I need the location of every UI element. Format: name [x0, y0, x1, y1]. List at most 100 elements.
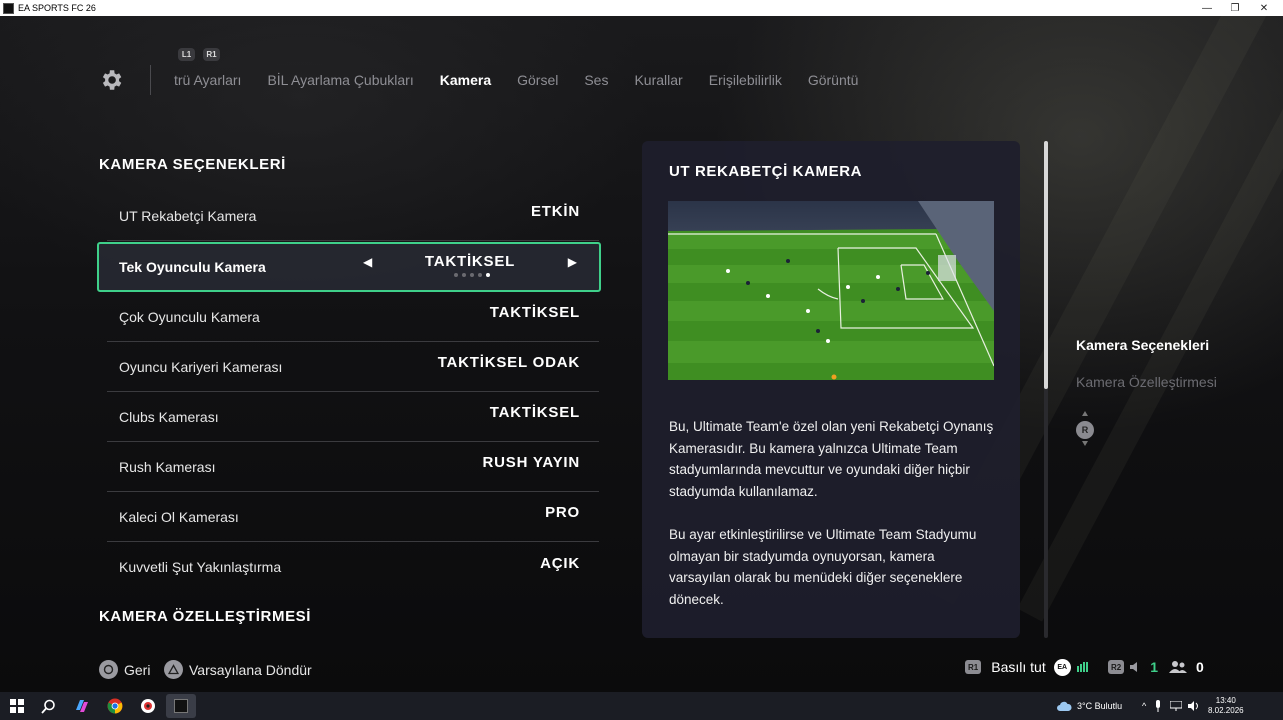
page-dot-active — [486, 273, 490, 277]
option-page-dots — [454, 273, 494, 277]
l1-bumper-icon: L1 — [178, 48, 195, 61]
page-dot — [478, 273, 482, 277]
r1-chip-icon: R1 — [965, 660, 982, 674]
scrollbar-thumb[interactable] — [1044, 141, 1048, 389]
chrome-icon[interactable] — [105, 696, 125, 716]
minimize-button[interactable]: — — [1193, 0, 1221, 16]
r1-bumper-icon: R1 — [203, 48, 220, 61]
gear-icon[interactable] — [98, 67, 124, 93]
camera-preview-image — [668, 201, 994, 380]
arrow-right-icon[interactable]: ▶ — [568, 255, 577, 269]
chevron-down-icon — [1082, 441, 1088, 446]
speaker-icon — [1130, 662, 1138, 672]
triangle-button-icon — [164, 660, 183, 679]
friends-icon — [1169, 661, 1188, 673]
tab-rules[interactable]: Kurallar — [634, 72, 682, 88]
network-icon[interactable] — [1170, 701, 1183, 711]
setting-row-power-shot-zoom[interactable]: Kuvvetli Şut Yakınlaştırma AÇIK — [107, 542, 599, 592]
circle-button-icon — [99, 660, 118, 679]
setting-row-player-career-camera[interactable]: Oyuncu Kariyeri Kamerası TAKTİKSEL ODAK — [107, 342, 599, 392]
right-stick-icon: R — [1076, 421, 1094, 439]
r2-chip-icon: R2 — [1108, 660, 1125, 674]
system-tray: ^ — [1142, 692, 1200, 720]
app-icon[interactable] — [138, 696, 158, 716]
panel-title: UT REKABETÇİ KAMERA — [669, 163, 863, 180]
hold-status: R1 Basılı tut EA — [965, 657, 1088, 677]
cloud-icon — [1057, 701, 1072, 711]
setting-value: AÇIK — [540, 554, 580, 572]
setting-row-goalkeeper-camera[interactable]: Kaleci Ol Kamerası PRO — [107, 492, 599, 542]
setting-value: TAKTİKSEL — [489, 304, 580, 321]
search-icon[interactable] — [38, 696, 58, 716]
back-label: Geri — [124, 661, 151, 678]
game-viewport: L1 R1 trü Ayarları BİL Ayarlama Çubuklar… — [0, 16, 1283, 692]
setting-value: RUSH YAYIN — [482, 454, 580, 471]
side-nav-camera-options[interactable]: Kamera Seçenekleri — [1076, 337, 1209, 353]
setting-row-rush-camera[interactable]: Rush Kamerası RUSH YAYIN — [107, 442, 599, 492]
reset-defaults-hint[interactable]: Varsayılana Döndür — [164, 660, 312, 679]
chevron-up-tray-icon[interactable]: ^ — [1142, 701, 1146, 711]
page-dot — [454, 273, 458, 277]
nav-divider — [150, 65, 151, 95]
tab-accessibility[interactable]: Erişilebilirlik — [709, 72, 782, 88]
panel-description-1: Bu, Ultimate Team'e özel olan yeni Rekab… — [669, 419, 994, 499]
tab-display[interactable]: Görüntü — [808, 72, 859, 88]
restore-button[interactable]: ❐ — [1221, 0, 1249, 16]
window-titlebar: EA SPORTS FC 26 — ❐ ✕ — [0, 0, 1283, 16]
tab-camera[interactable]: Kamera — [440, 72, 491, 88]
clock-date: 8.02.2026 — [1208, 706, 1244, 715]
ea-fc-icon[interactable] — [166, 694, 196, 718]
close-button[interactable]: ✕ — [1250, 0, 1278, 16]
tab-ai-sliders[interactable]: BİL Ayarlama Çubukları — [267, 72, 413, 88]
side-nav-camera-customization[interactable]: Kamera Özelleştirmesi — [1076, 374, 1217, 390]
hold-label: Basılı tut — [991, 659, 1046, 675]
panel-description-2: Bu ayar etkinleştirilirse ve Ultimate Te… — [669, 527, 977, 607]
ea-badge-icon: EA — [1053, 658, 1071, 676]
section-title-camera-customization: KAMERA ÖZELLEŞTİRMESİ — [99, 608, 312, 625]
clock-time: 13:40 — [1215, 696, 1236, 705]
voice-status: R2 1 0 — [1108, 657, 1204, 677]
background-light-beam — [1017, 16, 1283, 622]
setting-value: ETKİN — [531, 203, 580, 220]
microphone-icon[interactable] — [1154, 700, 1162, 712]
setting-label: Çok Oyunculu Kamera — [119, 308, 260, 325]
setting-row-clubs-camera[interactable]: Clubs Kamerası TAKTİKSEL — [107, 392, 599, 442]
setting-label: Kaleci Ol Kamerası — [119, 508, 239, 525]
clock[interactable]: 13:40 8.02.2026 — [1208, 692, 1244, 720]
setting-label: UT Rekabetçi Kamera — [119, 207, 257, 224]
tab-controller-settings[interactable]: trü Ayarları — [174, 72, 241, 88]
weather-widget[interactable]: 3°C Bulutlu — [1056, 692, 1122, 720]
start-icon[interactable] — [7, 696, 27, 716]
setting-value: PRO — [545, 504, 580, 521]
setting-value: TAKTİKSEL — [489, 404, 580, 421]
setting-row-ut-camera[interactable]: UT Rekabetçi Kamera ETKİN — [107, 191, 599, 241]
weather-text: 3°C Bulutlu — [1077, 701, 1123, 711]
setting-label: Oyuncu Kariyeri Kamerası — [119, 358, 283, 375]
app-logo-icon — [3, 2, 14, 14]
windows-taskbar: 3°C Bulutlu ^ 13:40 8.02.2026 — [0, 692, 1283, 720]
friends-count: 0 — [1196, 659, 1204, 675]
page-dot — [462, 273, 466, 277]
settings-tabs: trü Ayarları BİL Ayarlama Çubukları Kame… — [174, 72, 884, 88]
volume-icon[interactable] — [1188, 701, 1200, 711]
setting-label: Clubs Kamerası — [119, 408, 219, 425]
voice-count: 1 — [1150, 659, 1159, 675]
setting-value: TAKTİKSEL — [424, 253, 516, 270]
page-dot — [470, 273, 474, 277]
reset-label: Varsayılana Döndür — [189, 661, 312, 678]
tab-audio[interactable]: Ses — [584, 72, 608, 88]
setting-value: TAKTİKSEL ODAK — [437, 354, 580, 371]
signal-bars-icon — [1076, 662, 1088, 672]
setting-row-multiplayer-camera[interactable]: Çok Oyunculu Kamera TAKTİKSEL — [107, 292, 599, 342]
back-hint[interactable]: Geri — [99, 660, 150, 679]
tab-visual[interactable]: Görsel — [517, 72, 558, 88]
copilot-icon[interactable] — [72, 696, 92, 716]
setting-label: Rush Kamerası — [119, 458, 216, 475]
setting-label: Tek Oyunculu Kamera — [119, 259, 266, 275]
window-title: EA SPORTS FC 26 — [18, 3, 96, 13]
section-title-camera-options: KAMERA SEÇENEKLERİ — [99, 156, 286, 173]
description-panel: UT REKABETÇİ KAMERA Bu, Ultimate Team'e … — [642, 141, 1020, 638]
setting-row-single-player-camera[interactable]: Tek Oyunculu Kamera ◀ TAKTİKSEL ▶ — [97, 242, 601, 292]
setting-label: Kuvvetli Şut Yakınlaştırma — [119, 559, 282, 575]
option-selector[interactable]: ◀ TAKTİKSEL ▶ — [361, 252, 579, 282]
